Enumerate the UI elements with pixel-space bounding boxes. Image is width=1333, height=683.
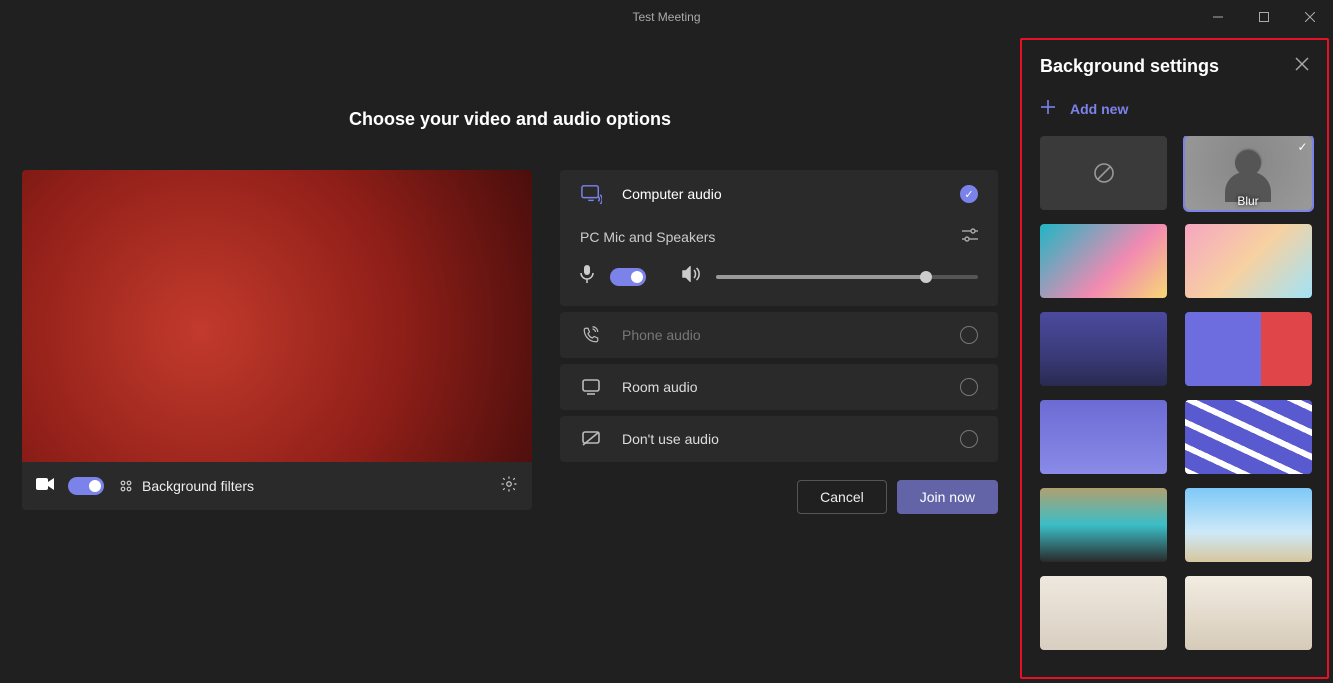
volume-slider[interactable]	[716, 275, 978, 279]
background-thumb-list[interactable]: ✓ Blur	[1022, 136, 1327, 677]
camera-toggle[interactable]	[68, 477, 104, 495]
maximize-button[interactable]	[1241, 0, 1287, 34]
audio-device-block: PC Mic and Speakers	[560, 218, 998, 306]
window-controls	[1195, 0, 1333, 34]
video-toolbar: Background filters	[22, 462, 532, 510]
phone-audio-panel: Phone audio	[560, 312, 998, 358]
mic-toggle[interactable]	[610, 268, 646, 286]
effects-icon	[118, 478, 134, 494]
video-column: Background filters	[22, 170, 532, 510]
background-filters-label: Background filters	[142, 478, 254, 494]
room-audio-option[interactable]: Room audio	[560, 364, 998, 410]
room-icon	[580, 379, 602, 395]
background-image-2[interactable]	[1185, 224, 1312, 298]
background-image-7[interactable]	[1040, 488, 1167, 562]
audio-column: Computer audio PC Mic and Speakers	[560, 170, 998, 514]
device-settings-icon[interactable]	[962, 228, 978, 245]
close-panel-button[interactable]	[1295, 57, 1309, 76]
background-image-5[interactable]	[1040, 400, 1167, 474]
background-settings-panel: Background settings Add new ✓ Blur	[1020, 38, 1329, 679]
background-image-1[interactable]	[1040, 224, 1167, 298]
room-audio-label: Room audio	[622, 379, 940, 395]
title-bar: Test Meeting	[0, 0, 1333, 34]
background-blur[interactable]: ✓ Blur	[1185, 136, 1312, 210]
page-heading: Choose your video and audio options	[20, 109, 1000, 130]
prejoin-main: Choose your video and audio options B	[0, 34, 1020, 683]
join-now-button[interactable]: Join now	[897, 480, 998, 514]
close-button[interactable]	[1287, 0, 1333, 34]
no-audio-option[interactable]: Don't use audio	[560, 416, 998, 462]
no-audio-panel: Don't use audio	[560, 416, 998, 462]
device-settings-button[interactable]	[500, 475, 518, 498]
phone-audio-option[interactable]: Phone audio	[560, 312, 998, 358]
camera-icon	[36, 477, 54, 496]
phone-audio-radio[interactable]	[960, 326, 978, 344]
background-image-10[interactable]	[1185, 576, 1312, 650]
cancel-button[interactable]: Cancel	[797, 480, 887, 514]
action-buttons: Cancel Join now	[560, 480, 998, 514]
blur-label: Blur	[1185, 194, 1312, 208]
audio-device-label: PC Mic and Speakers	[580, 229, 715, 245]
speaker-icon	[682, 266, 700, 287]
room-audio-panel: Room audio	[560, 364, 998, 410]
window-title: Test Meeting	[632, 10, 700, 24]
room-audio-radio[interactable]	[960, 378, 978, 396]
computer-audio-radio[interactable]	[960, 185, 978, 203]
computer-audio-panel: Computer audio PC Mic and Speakers	[560, 170, 998, 306]
computer-audio-option[interactable]: Computer audio	[560, 170, 998, 218]
add-new-button[interactable]: Add new	[1022, 85, 1327, 136]
no-audio-icon	[580, 431, 602, 447]
background-filters-button[interactable]: Background filters	[118, 478, 254, 494]
computer-audio-icon	[580, 184, 602, 204]
no-audio-radio[interactable]	[960, 430, 978, 448]
background-image-9[interactable]	[1040, 576, 1167, 650]
side-panel-title: Background settings	[1040, 56, 1219, 77]
background-image-8[interactable]	[1185, 488, 1312, 562]
add-new-label: Add new	[1070, 101, 1128, 117]
background-image-4[interactable]	[1185, 312, 1312, 386]
phone-audio-label: Phone audio	[622, 327, 940, 343]
background-image-6[interactable]	[1185, 400, 1312, 474]
no-audio-label: Don't use audio	[622, 431, 940, 447]
background-none[interactable]	[1040, 136, 1167, 210]
phone-icon	[580, 326, 602, 344]
mic-icon	[580, 265, 594, 288]
minimize-button[interactable]	[1195, 0, 1241, 34]
check-icon: ✓	[1297, 140, 1307, 154]
computer-audio-label: Computer audio	[622, 186, 940, 202]
plus-icon	[1040, 99, 1056, 118]
background-image-3[interactable]	[1040, 312, 1167, 386]
video-preview	[22, 170, 532, 462]
